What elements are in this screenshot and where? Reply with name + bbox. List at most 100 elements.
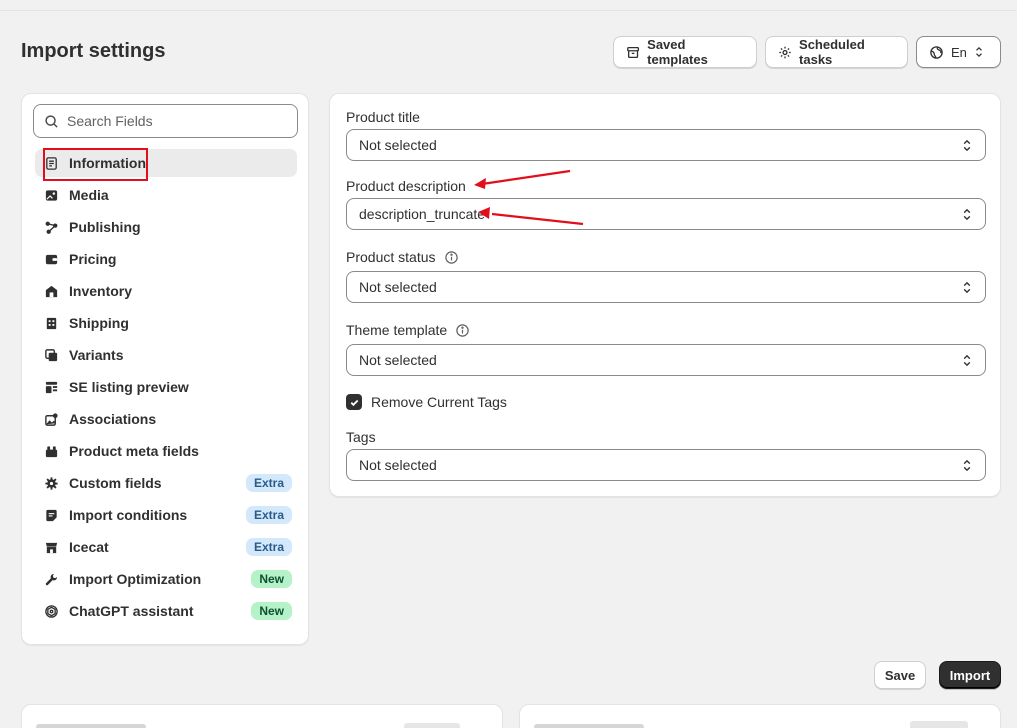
associations-icon [45,412,58,426]
extra-badge: Extra [245,506,292,524]
save-button[interactable]: Save [874,661,926,689]
product-status-select[interactable]: Not selected [346,271,986,303]
wrench-icon [45,573,58,585]
language-label: En [951,44,967,60]
sidebar-item-associations[interactable]: Associations [35,405,297,433]
form-card: Product title Not selected Product descr… [329,93,1001,497]
sidebar-item-se-listing-preview[interactable]: SE listing preview [35,373,297,401]
checkmark-icon [350,399,358,406]
product-status-value: Not selected [359,279,437,295]
building-icon [46,317,57,329]
chevron-up-down-icon [963,354,971,367]
scheduled-tasks-button[interactable]: Scheduled tasks [765,36,908,68]
sidebar-item-publishing[interactable]: Publishing [35,213,297,241]
product-description-select[interactable]: description_truncate [346,198,986,230]
sidebar-item-chatgpt-assistant[interactable]: ChatGPT assistant New [35,597,297,625]
chevron-up-down-icon [963,208,971,221]
chevron-up-down-icon [963,281,971,294]
product-description-value: description_truncate [359,206,486,222]
search-icon [45,114,58,128]
chevron-up-down-icon [963,139,971,152]
sidebar-item-label: SE listing preview [69,379,189,395]
tags-label: Tags [346,429,376,445]
new-badge: New [251,602,292,620]
top-divider [0,10,1017,11]
sidebar-item-label: Product meta fields [69,443,199,459]
sidebar-item-custom-fields[interactable]: Custom fields Extra [35,469,297,497]
sidebar-item-label: Icecat [69,539,109,555]
cutoff-control [404,723,460,728]
chatgpt-icon [45,604,58,618]
saved-templates-button[interactable]: Saved templates [613,36,757,68]
metafields-icon [45,445,58,457]
sidebar-item-import-optimization[interactable]: Import Optimization New [35,565,297,593]
sidebar-item-variants[interactable]: Variants [35,341,297,369]
sidebar-item-label: Shipping [69,315,129,331]
sidebar-item-inventory[interactable]: Inventory [35,277,297,305]
sidebar-item-label: Inventory [69,283,133,299]
bottom-card-left [21,704,503,728]
new-badge: New [251,570,292,588]
sidebar-item-label: Import Optimization [69,571,202,587]
network-icon [45,221,58,234]
extra-badge: Extra [245,538,292,556]
sidebar-item-label: Information [69,155,146,171]
store-icon [45,542,58,553]
product-title-label: Product title [346,109,420,125]
warehouse-icon [45,285,58,297]
search-box[interactable] [33,104,298,138]
page-title: Import settings [21,40,166,62]
product-description-label-text: Product description [346,178,466,194]
extra-badge: Extra [245,474,292,492]
theme-template-label: Theme template [346,322,470,338]
remove-tags-checkbox[interactable] [346,394,362,410]
info-icon[interactable] [444,250,459,265]
product-title-select[interactable]: Not selected [346,129,986,161]
search-input[interactable] [67,113,277,129]
sidebar-card: Information Media Publishing Pricing Inv… [21,93,309,645]
import-button[interactable]: Import [939,661,1001,689]
cutoff-control [910,721,968,728]
sidebar-item-pricing[interactable]: Pricing [35,245,297,273]
product-title-label-text: Product title [346,109,420,125]
product-status-label: Product status [346,249,459,265]
theme-template-select[interactable]: Not selected [346,344,986,376]
bottom-card-right [519,704,1001,728]
sidebar-item-label: Custom fields [69,475,162,491]
preview-icon [45,381,58,393]
theme-template-value: Not selected [359,352,437,368]
sidebar-item-product-meta-fields[interactable]: Product meta fields [35,437,297,465]
tags-value: Not selected [359,457,437,473]
document-icon [46,156,57,170]
theme-template-label-text: Theme template [346,322,448,338]
globe-icon [930,45,943,59]
gear-icon [45,476,58,490]
sidebar-item-media[interactable]: Media [35,181,297,209]
image-icon [45,189,58,201]
sidebar-item-shipping[interactable]: Shipping [35,309,297,337]
chevron-up-down-icon [963,459,971,472]
product-title-value: Not selected [359,137,437,153]
saved-templates-label: Saved templates [647,37,708,67]
sidebar-item-information[interactable]: Information [35,149,297,177]
cutoff-heading [534,724,644,728]
chevron-up-down-icon [975,46,982,58]
scheduled-tasks-label: Scheduled tasks [799,37,865,67]
sidebar-item-import-conditions[interactable]: Import conditions Extra [35,501,297,529]
sidebar-item-label: ChatGPT assistant [69,603,194,619]
archive-icon [627,46,640,58]
remove-tags-label: Remove Current Tags [371,394,507,410]
remove-tags-row: Remove Current Tags [346,394,507,410]
info-icon[interactable] [455,323,470,338]
sidebar-item-label: Pricing [69,251,117,267]
tags-label-text: Tags [346,429,376,445]
sidebar-item-label: Associations [69,411,157,427]
product-description-label: Product description [346,178,466,194]
sidebar-item-label: Publishing [69,219,141,235]
sidebar-item-icecat[interactable]: Icecat Extra [35,533,297,561]
sidebar-item-label: Import conditions [69,507,188,523]
tags-select[interactable]: Not selected [346,449,986,481]
gear-icon [779,46,791,58]
cutoff-heading [36,724,146,728]
language-selector[interactable]: En [916,36,1001,68]
